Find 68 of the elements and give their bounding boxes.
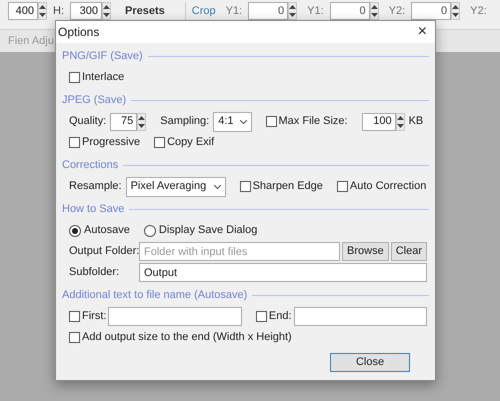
radio-label: Autosave — [84, 223, 130, 238]
dropdown-value: 4:1 — [218, 114, 234, 130]
section-heading: PNG/GIF (Save) — [62, 48, 143, 64]
field-label: Y2: — [388, 4, 406, 19]
checkbox[interactable] — [69, 332, 80, 343]
crop-button[interactable]: Crop — [192, 2, 216, 20]
spin-buttons[interactable] — [102, 2, 111, 20]
checkbox-label: Interlace — [82, 70, 124, 86]
field-label: Sampling: — [160, 114, 210, 130]
checkbox-label: Sharpen Edge — [252, 179, 323, 194]
checkbox-label: First: — [82, 309, 106, 324]
presets-button[interactable]: Presets — [125, 2, 165, 20]
action-button[interactable]: Browse — [342, 242, 389, 261]
field-label: Subfolder: — [69, 265, 120, 280]
checkbox[interactable] — [69, 311, 80, 322]
field-label: Y1: — [226, 4, 242, 19]
text-field[interactable]: Output — [139, 263, 427, 282]
spin-buttons[interactable] — [451, 2, 460, 20]
checkbox[interactable] — [240, 181, 251, 192]
section-heading: Additional text to file name (Autosave) — [62, 288, 248, 303]
spin-buttons[interactable] — [396, 112, 405, 130]
text-field[interactable]: Folder with input files — [139, 242, 340, 261]
field-label: Quality: — [69, 114, 106, 130]
section-heading: Corrections — [62, 158, 118, 173]
dropdown[interactable]: Pixel Averaging — [126, 176, 226, 196]
close-button[interactable]: × — [418, 24, 427, 40]
dropdown-value: Pixel Averaging — [130, 179, 206, 194]
spin-buttons[interactable] — [137, 112, 146, 130]
checkbox-label: Max File Size: — [278, 114, 348, 130]
checkbox[interactable] — [256, 311, 267, 322]
checkbox-label: Copy Exif — [167, 135, 214, 150]
checkbox[interactable] — [266, 116, 277, 127]
spin-buttons[interactable] — [288, 2, 298, 20]
window-title: Options — [58, 24, 100, 41]
checkbox[interactable] — [154, 137, 166, 148]
field-label: Y2: — [470, 4, 487, 19]
section-heading: JPEG (Save) — [62, 92, 126, 108]
number-field[interactable]: 400 — [8, 2, 38, 20]
radio-button[interactable] — [144, 224, 156, 236]
number-field[interactable]: 75 — [110, 112, 138, 130]
radio-button[interactable] — [69, 224, 81, 236]
checkbox-label: Auto Correction — [350, 179, 426, 194]
caret-icon — [240, 120, 247, 124]
field-label: Y1: — [307, 4, 324, 19]
text-field[interactable] — [294, 307, 427, 326]
number-field[interactable]: 0 — [330, 2, 370, 20]
close-button[interactable]: Close — [330, 353, 410, 372]
dropdown[interactable]: 4:1 — [213, 112, 252, 132]
number-field[interactable]: 0 — [248, 2, 288, 20]
checkbox[interactable] — [336, 181, 348, 192]
caret-icon — [214, 184, 221, 188]
action-button[interactable]: Clear — [390, 242, 427, 261]
unit-label: KB — [408, 114, 424, 130]
number-field[interactable]: 0 — [411, 2, 452, 20]
section-heading: How to Save — [62, 202, 124, 217]
spin-buttons[interactable] — [38, 2, 47, 20]
number-field[interactable]: 300 — [70, 2, 102, 20]
field-label: Output Folder: — [69, 244, 139, 260]
checkbox-label: End: — [268, 309, 292, 324]
checkbox[interactable] — [69, 137, 80, 148]
number-field[interactable]: 100 — [362, 112, 396, 130]
checkbox-label: Progressive — [82, 135, 140, 150]
field-label: Resample: — [69, 179, 122, 194]
field-label: H: — [53, 4, 64, 19]
text-field[interactable] — [108, 307, 242, 326]
radio-label: Display Save Dialog — [158, 223, 258, 238]
checkbox[interactable] — [69, 72, 80, 83]
checkbox-label: Add output size to the end (Width x Height) — [82, 330, 292, 346]
